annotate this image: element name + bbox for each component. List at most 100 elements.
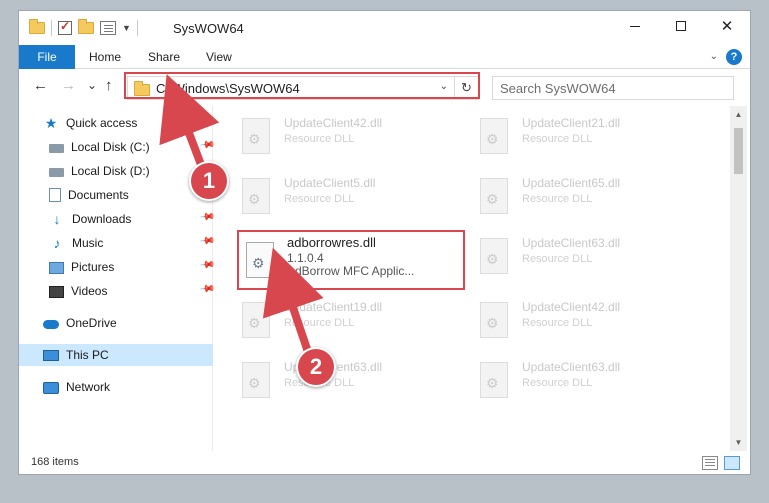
file-tile[interactable]: UpdateClient65.dll Resource DLL	[472, 168, 698, 224]
step-2-badge: 2	[296, 347, 336, 387]
expand-ribbon-chevron-icon[interactable]: ⌄	[710, 51, 718, 62]
recent-locations-button[interactable]: ⌄	[87, 78, 97, 92]
title-bar: ▼ SysWOW64 ✕	[19, 11, 750, 45]
maximize-button[interactable]	[658, 11, 704, 41]
sidebar-item-local-disk-d[interactable]: Local Disk (D:)	[49, 160, 150, 182]
new-folder-icon[interactable]	[78, 19, 94, 34]
disk-icon	[49, 168, 64, 177]
properties-check-icon[interactable]	[58, 19, 72, 35]
file-name: UpdateClient65.dll	[522, 176, 621, 190]
sidebar-item-videos[interactable]: Videos	[49, 280, 107, 302]
folder-icon	[29, 19, 45, 34]
pictures-icon	[49, 261, 64, 274]
sidebar-item-local-disk-c[interactable]: Local Disk (C:)	[49, 136, 150, 158]
file-name: adborrowres.dll	[287, 235, 376, 250]
search-placeholder[interactable]: Search SysWOW64	[500, 81, 616, 96]
step-1-badge: 1	[189, 161, 229, 201]
disk-icon	[49, 144, 64, 153]
status-bar: 168 items	[19, 451, 750, 474]
dll-file-icon	[242, 362, 270, 398]
file-name: UpdateClient42.dll	[522, 300, 621, 314]
minimize-button[interactable]	[612, 11, 658, 41]
sidebar-item-label: Videos	[71, 284, 108, 298]
scroll-down-arrow-icon[interactable]: ▼	[730, 434, 747, 451]
file-type: Resource DLL	[284, 193, 355, 205]
dll-file-icon	[242, 118, 270, 154]
file-tile[interactable]: UpdateClient63.dll Resource DLL	[472, 352, 698, 408]
sidebar-item-label: Local Disk (C:)	[71, 140, 150, 154]
dll-file-icon	[242, 302, 270, 338]
properties-icon[interactable]	[100, 21, 116, 35]
large-icons-view-icon[interactable]	[724, 456, 740, 470]
file-type: Resource DLL	[284, 133, 355, 145]
dll-file-icon	[246, 242, 274, 278]
tab-share[interactable]: Share	[148, 45, 180, 69]
sidebar-item-this-pc[interactable]: This PC	[19, 344, 213, 366]
file-tile[interactable]: UpdateClient19.dll Resource DLL	[234, 292, 460, 348]
sidebar-item-music[interactable]: ♪ Music	[49, 232, 104, 254]
onedrive-icon	[43, 320, 59, 329]
tab-view[interactable]: View	[206, 45, 232, 69]
tab-home[interactable]: Home	[89, 45, 121, 69]
file-tile[interactable]: UpdateClient63.dll Resource DLL	[472, 228, 698, 284]
download-icon: ↓	[53, 211, 61, 227]
sidebar-item-label: Local Disk (D:)	[71, 164, 150, 178]
file-type: Resource DLL	[522, 133, 593, 145]
network-icon	[43, 381, 59, 394]
sidebar-item-network[interactable]: Network	[43, 376, 110, 398]
file-name: UpdateClient63.dll	[522, 360, 621, 374]
sidebar-item-label: Quick access	[66, 116, 138, 130]
navigation-pane: ★ Quick access Local Disk (C:) 📌 Local D…	[19, 106, 216, 451]
file-version: 1.1.0.4	[287, 251, 324, 265]
ribbon-tabs: File Home Share View ⌄ ?	[19, 45, 750, 69]
help-icon[interactable]: ?	[726, 49, 742, 65]
window-title: SysWOW64	[173, 21, 244, 36]
file-tile-selected[interactable]: adborrowres.dll 1.1.0.4 AdBorrow MFC App…	[237, 230, 465, 290]
file-name: UpdateClient42.dll	[284, 116, 383, 130]
minimize-icon	[630, 25, 640, 27]
back-button[interactable]: ←	[33, 77, 48, 94]
tab-file[interactable]: File	[19, 45, 75, 69]
sidebar-item-quick-access[interactable]: ★ Quick access	[43, 112, 138, 134]
sidebar-item-pictures[interactable]: Pictures	[49, 256, 114, 278]
dll-file-icon	[480, 302, 508, 338]
sidebar-item-label: Music	[72, 236, 104, 250]
file-type: Resource DLL	[284, 317, 355, 329]
sidebar-item-label: Pictures	[71, 260, 115, 274]
toolbar-divider	[136, 20, 138, 36]
star-icon: ★	[44, 115, 58, 131]
documents-icon	[49, 188, 61, 202]
customize-toolbar-chevron-icon[interactable]: ▼	[122, 23, 131, 33]
sidebar-item-label: Documents	[68, 188, 129, 202]
file-name: UpdateClient19.dll	[284, 300, 383, 314]
quick-access-toolbar: ▼	[29, 19, 138, 36]
file-name: UpdateClient21.dll	[522, 116, 621, 130]
details-view-icon[interactable]	[702, 456, 718, 470]
sidebar-item-documents[interactable]: Documents	[49, 184, 129, 206]
file-tile[interactable]: UpdateClient42.dll Resource DLL	[472, 292, 698, 348]
file-description: AdBorrow MFC Applic...	[287, 264, 415, 278]
file-tile[interactable]: UpdateClient21.dll Resource DLL	[472, 108, 698, 164]
file-name: UpdateClient63.dll	[522, 236, 621, 250]
maximize-icon	[676, 21, 686, 31]
sidebar-item-onedrive[interactable]: OneDrive	[43, 312, 117, 334]
search-box[interactable]: Search SysWOW64	[492, 76, 734, 100]
up-button[interactable]: ↑	[105, 77, 113, 94]
file-tile[interactable]: UpdateClient42.dll Resource DLL	[234, 108, 460, 164]
scroll-thumb[interactable]	[734, 128, 743, 174]
file-name: UpdateClient5.dll	[284, 176, 376, 190]
scroll-up-arrow-icon[interactable]: ▲	[730, 106, 747, 123]
forward-button[interactable]: →	[61, 77, 76, 94]
file-tile[interactable]: UpdateClient5.dll Resource DLL	[234, 168, 460, 224]
sidebar-item-label: Network	[66, 380, 111, 394]
dll-file-icon	[480, 118, 508, 154]
vertical-scrollbar[interactable]: ▲ ▼	[730, 106, 747, 451]
close-button[interactable]: ✕	[704, 11, 750, 41]
music-icon: ♪	[53, 235, 61, 251]
file-tile[interactable]: UpdateClient63.dll Resource DLL	[234, 352, 460, 408]
sidebar-item-label: This PC	[66, 348, 109, 362]
dll-file-icon	[242, 178, 270, 214]
dll-file-icon	[480, 238, 508, 274]
videos-icon	[49, 285, 64, 298]
sidebar-item-downloads[interactable]: ↓ Downloads	[49, 208, 132, 230]
